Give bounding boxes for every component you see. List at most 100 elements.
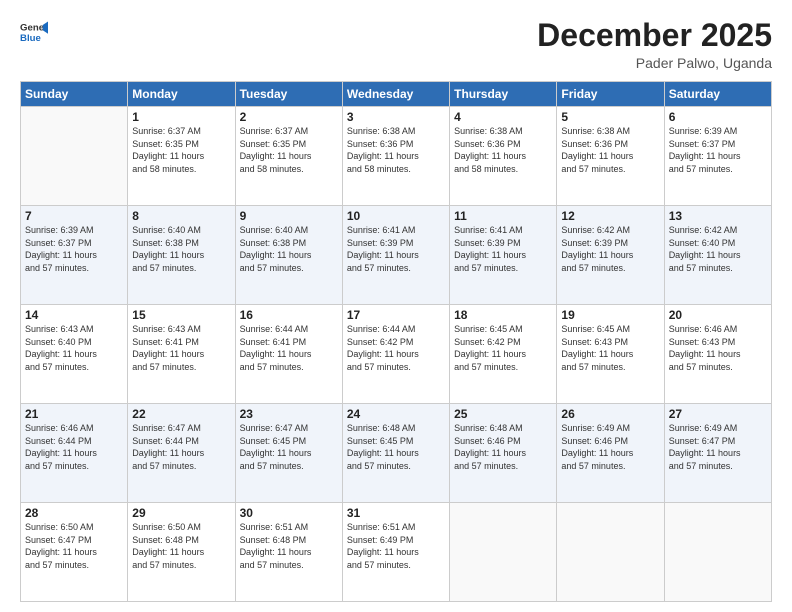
day-number: 25 (454, 407, 552, 421)
day-number: 7 (25, 209, 123, 223)
calendar-week-row: 7Sunrise: 6:39 AMSunset: 6:37 PMDaylight… (21, 206, 772, 305)
day-info: Sunrise: 6:44 AMSunset: 6:41 PMDaylight:… (240, 323, 338, 373)
calendar-table: Sunday Monday Tuesday Wednesday Thursday… (20, 81, 772, 602)
table-row: 20Sunrise: 6:46 AMSunset: 6:43 PMDayligh… (664, 305, 771, 404)
day-number: 20 (669, 308, 767, 322)
day-number: 15 (132, 308, 230, 322)
day-info: Sunrise: 6:37 AMSunset: 6:35 PMDaylight:… (240, 125, 338, 175)
day-info: Sunrise: 6:47 AMSunset: 6:44 PMDaylight:… (132, 422, 230, 472)
col-tuesday: Tuesday (235, 82, 342, 107)
day-info: Sunrise: 6:46 AMSunset: 6:43 PMDaylight:… (669, 323, 767, 373)
table-row: 30Sunrise: 6:51 AMSunset: 6:48 PMDayligh… (235, 503, 342, 602)
day-info: Sunrise: 6:40 AMSunset: 6:38 PMDaylight:… (240, 224, 338, 274)
table-row: 3Sunrise: 6:38 AMSunset: 6:36 PMDaylight… (342, 107, 449, 206)
logo: General Blue (20, 18, 48, 46)
day-number: 24 (347, 407, 445, 421)
calendar-week-row: 1 Sunrise: 6:37 AMSunset: 6:35 PMDaylight… (21, 107, 772, 206)
day-number: 1 (132, 110, 230, 124)
table-row: 27Sunrise: 6:49 AMSunset: 6:47 PMDayligh… (664, 404, 771, 503)
table-row: 23Sunrise: 6:47 AMSunset: 6:45 PMDayligh… (235, 404, 342, 503)
day-info: Sunrise: 6:48 AMSunset: 6:45 PMDaylight:… (347, 422, 445, 472)
day-info: Sunrise: 6:42 AMSunset: 6:40 PMDaylight:… (669, 224, 767, 274)
table-row: 26Sunrise: 6:49 AMSunset: 6:46 PMDayligh… (557, 404, 664, 503)
day-info: Sunrise: 6:38 AMSunset: 6:36 PMDaylight:… (347, 125, 445, 175)
table-row: 6Sunrise: 6:39 AMSunset: 6:37 PMDaylight… (664, 107, 771, 206)
table-row (21, 107, 128, 206)
col-friday: Friday (557, 82, 664, 107)
table-row: 14Sunrise: 6:43 AMSunset: 6:40 PMDayligh… (21, 305, 128, 404)
table-row: 12Sunrise: 6:42 AMSunset: 6:39 PMDayligh… (557, 206, 664, 305)
day-number: 9 (240, 209, 338, 223)
day-number: 5 (561, 110, 659, 124)
logo-icon: General Blue (20, 18, 48, 46)
day-info: Sunrise: 6:41 AMSunset: 6:39 PMDaylight:… (454, 224, 552, 274)
day-info: Sunrise: 6:50 AMSunset: 6:47 PMDaylight:… (25, 521, 123, 571)
title-block: December 2025 Pader Palwo, Uganda (537, 18, 772, 71)
day-info: Sunrise: 6:45 AMSunset: 6:43 PMDaylight:… (561, 323, 659, 373)
table-row: 5Sunrise: 6:38 AMSunset: 6:36 PMDaylight… (557, 107, 664, 206)
table-row: 18Sunrise: 6:45 AMSunset: 6:42 PMDayligh… (450, 305, 557, 404)
table-row: 2Sunrise: 6:37 AMSunset: 6:35 PMDaylight… (235, 107, 342, 206)
day-info: Sunrise: 6:49 AMSunset: 6:47 PMDaylight:… (669, 422, 767, 472)
subtitle: Pader Palwo, Uganda (537, 55, 772, 71)
day-number: 18 (454, 308, 552, 322)
day-info: Sunrise: 6:39 AMSunset: 6:37 PMDaylight:… (25, 224, 123, 274)
day-info: Sunrise: 6:51 AMSunset: 6:49 PMDaylight:… (347, 521, 445, 571)
table-row: 21Sunrise: 6:46 AMSunset: 6:44 PMDayligh… (21, 404, 128, 503)
month-title: December 2025 (537, 18, 772, 53)
col-saturday: Saturday (664, 82, 771, 107)
calendar-header-row: Sunday Monday Tuesday Wednesday Thursday… (21, 82, 772, 107)
day-info: Sunrise: 6:46 AMSunset: 6:44 PMDaylight:… (25, 422, 123, 472)
table-row: 10Sunrise: 6:41 AMSunset: 6:39 PMDayligh… (342, 206, 449, 305)
day-info: Sunrise: 6:43 AMSunset: 6:40 PMDaylight:… (25, 323, 123, 373)
table-row: 13Sunrise: 6:42 AMSunset: 6:40 PMDayligh… (664, 206, 771, 305)
day-info: Sunrise: 6:38 AMSunset: 6:36 PMDaylight:… (454, 125, 552, 175)
day-info: Sunrise: 6:40 AMSunset: 6:38 PMDaylight:… (132, 224, 230, 274)
header: General Blue December 2025 Pader Palwo, … (20, 18, 772, 71)
day-info: Sunrise: 6:48 AMSunset: 6:46 PMDaylight:… (454, 422, 552, 472)
day-info: Sunrise: 6:51 AMSunset: 6:48 PMDaylight:… (240, 521, 338, 571)
table-row: 17Sunrise: 6:44 AMSunset: 6:42 PMDayligh… (342, 305, 449, 404)
day-info: Sunrise: 6:50 AMSunset: 6:48 PMDaylight:… (132, 521, 230, 571)
col-wednesday: Wednesday (342, 82, 449, 107)
calendar-week-row: 14Sunrise: 6:43 AMSunset: 6:40 PMDayligh… (21, 305, 772, 404)
day-number: 8 (132, 209, 230, 223)
day-info: Sunrise: 6:42 AMSunset: 6:39 PMDaylight:… (561, 224, 659, 274)
table-row: 1Sunrise: 6:37 AMSunset: 6:35 PMDaylight… (128, 107, 235, 206)
day-number: 13 (669, 209, 767, 223)
day-number: 12 (561, 209, 659, 223)
day-number: 21 (25, 407, 123, 421)
table-row: 9Sunrise: 6:40 AMSunset: 6:38 PMDaylight… (235, 206, 342, 305)
day-number: 16 (240, 308, 338, 322)
table-row: 7Sunrise: 6:39 AMSunset: 6:37 PMDaylight… (21, 206, 128, 305)
table-row: 16Sunrise: 6:44 AMSunset: 6:41 PMDayligh… (235, 305, 342, 404)
day-info: Sunrise: 6:41 AMSunset: 6:39 PMDaylight:… (347, 224, 445, 274)
day-info: Sunrise: 6:47 AMSunset: 6:45 PMDaylight:… (240, 422, 338, 472)
page: General Blue December 2025 Pader Palwo, … (0, 0, 792, 612)
svg-text:Blue: Blue (20, 33, 41, 44)
day-info: Sunrise: 6:45 AMSunset: 6:42 PMDaylight:… (454, 323, 552, 373)
day-info: Sunrise: 6:38 AMSunset: 6:36 PMDaylight:… (561, 125, 659, 175)
col-monday: Monday (128, 82, 235, 107)
day-number: 2 (240, 110, 338, 124)
day-number: 31 (347, 506, 445, 520)
day-info: Sunrise: 6:44 AMSunset: 6:42 PMDaylight:… (347, 323, 445, 373)
calendar-week-row: 28Sunrise: 6:50 AMSunset: 6:47 PMDayligh… (21, 503, 772, 602)
day-number: 27 (669, 407, 767, 421)
table-row: 24Sunrise: 6:48 AMSunset: 6:45 PMDayligh… (342, 404, 449, 503)
day-number: 29 (132, 506, 230, 520)
table-row: 31Sunrise: 6:51 AMSunset: 6:49 PMDayligh… (342, 503, 449, 602)
day-number: 3 (347, 110, 445, 124)
day-number: 30 (240, 506, 338, 520)
day-number: 10 (347, 209, 445, 223)
day-number: 28 (25, 506, 123, 520)
table-row (557, 503, 664, 602)
table-row: 11Sunrise: 6:41 AMSunset: 6:39 PMDayligh… (450, 206, 557, 305)
day-number: 4 (454, 110, 552, 124)
day-info: Sunrise: 6:43 AMSunset: 6:41 PMDaylight:… (132, 323, 230, 373)
table-row: 8Sunrise: 6:40 AMSunset: 6:38 PMDaylight… (128, 206, 235, 305)
day-number: 22 (132, 407, 230, 421)
calendar-week-row: 21Sunrise: 6:46 AMSunset: 6:44 PMDayligh… (21, 404, 772, 503)
day-number: 23 (240, 407, 338, 421)
day-number: 19 (561, 308, 659, 322)
